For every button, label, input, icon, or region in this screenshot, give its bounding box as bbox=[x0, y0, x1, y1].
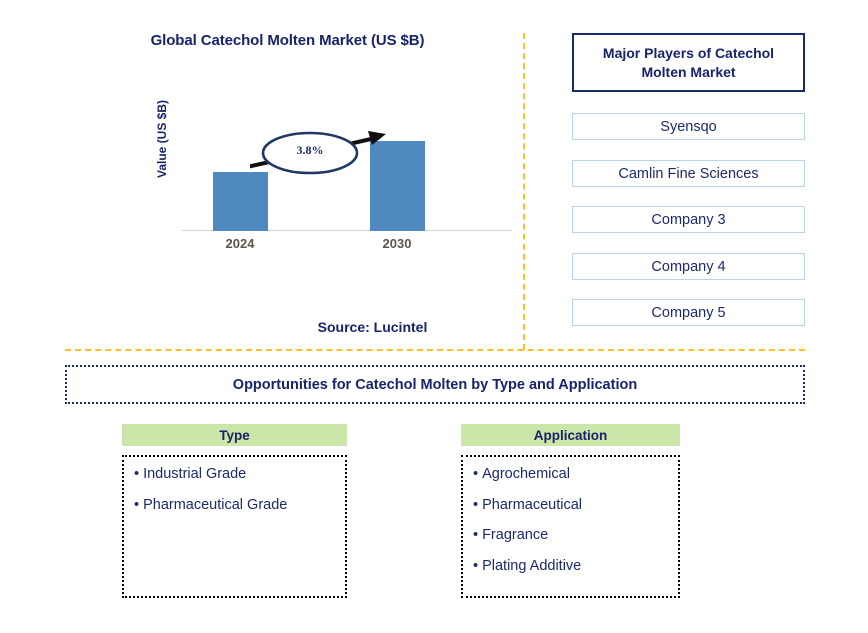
vertical-divider bbox=[523, 33, 525, 350]
infographic-page: Global Catechol Molten Market (US $B) Va… bbox=[0, 0, 868, 633]
bullet-icon: • bbox=[134, 496, 140, 513]
list-item: • Plating Additive bbox=[473, 557, 678, 574]
list-item: • Agrochemical bbox=[473, 467, 678, 482]
opportunities-banner: Opportunities for Catechol Molten by Typ… bbox=[65, 365, 805, 404]
bullet-icon: • bbox=[473, 557, 479, 574]
player-box-1[interactable]: Syensqo bbox=[572, 113, 805, 140]
list-item: • Pharmaceutical bbox=[473, 496, 678, 513]
player-name: Syensqo bbox=[660, 118, 717, 135]
x-tick-label-2024: 2024 bbox=[225, 236, 255, 251]
list-item-label: Pharmaceutical bbox=[482, 496, 583, 513]
cagr-value-label: 3.8% bbox=[296, 143, 324, 157]
x-tick-label-2030: 2030 bbox=[382, 236, 412, 251]
list-item: • Industrial Grade bbox=[134, 467, 345, 482]
player-name: Company 4 bbox=[651, 258, 726, 275]
player-box-3[interactable]: Company 3 bbox=[572, 206, 805, 233]
bullet-icon: • bbox=[134, 466, 140, 482]
bar-chart: Value (US $B) 2024 2030 3.8% bbox=[0, 0, 523, 300]
type-column-header: Type bbox=[122, 424, 347, 446]
player-name: Company 5 bbox=[651, 304, 726, 321]
source-label: Source: Lucintel bbox=[317, 319, 428, 335]
horizontal-divider bbox=[65, 349, 805, 351]
application-list-box: • Agrochemical • Pharmaceutical • Fragrance… bbox=[461, 455, 680, 598]
bullet-icon: • bbox=[473, 496, 479, 513]
list-item-label: Pharmaceutical Grade bbox=[143, 496, 288, 513]
list-item-label: Agrochemical bbox=[482, 466, 570, 482]
bullet-icon: • bbox=[473, 527, 479, 543]
list-item: • Fragrance bbox=[473, 528, 678, 543]
list-item-label: Fragrance bbox=[482, 527, 549, 543]
type-list-box: • Industrial Grade • Pharmaceutical Grade bbox=[122, 455, 347, 598]
y-axis-label: Value (US $B) bbox=[155, 99, 169, 179]
list-item-label: Industrial Grade bbox=[143, 466, 247, 482]
player-box-4[interactable]: Company 4 bbox=[572, 253, 805, 280]
player-box-2[interactable]: Camlin Fine Sciences bbox=[572, 160, 805, 187]
player-box-5[interactable]: Company 5 bbox=[572, 299, 805, 326]
bullet-icon: • bbox=[473, 466, 479, 482]
list-item-label: Plating Additive bbox=[482, 557, 582, 574]
player-name: Company 3 bbox=[651, 211, 726, 228]
player-name: Camlin Fine Sciences bbox=[618, 165, 759, 182]
application-column-header: Application bbox=[461, 424, 680, 446]
major-players-header: Major Players of Catechol Molten Market bbox=[572, 33, 805, 92]
list-item: • Pharmaceutical Grade bbox=[134, 496, 345, 513]
